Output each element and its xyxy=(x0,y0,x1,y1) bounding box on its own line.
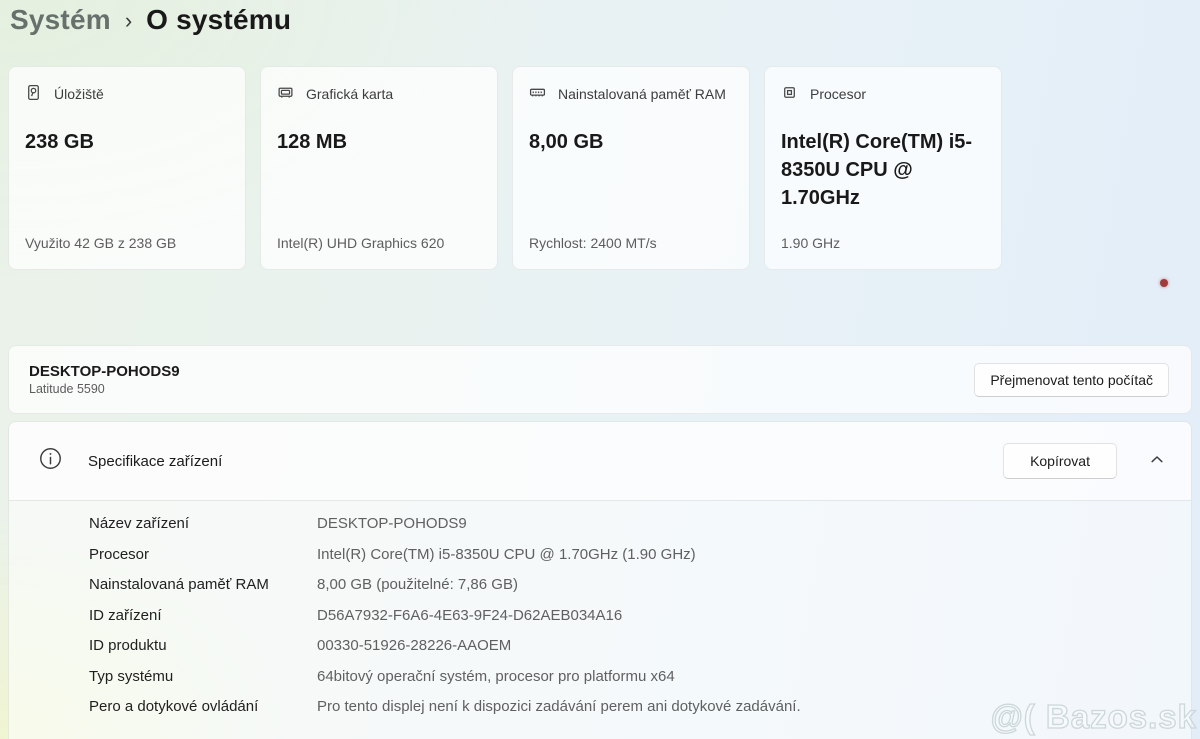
card-cpu[interactable]: Procesor Intel(R) Core(TM) i5-8350U CPU … xyxy=(764,66,1002,270)
spec-row-device-id: ID zařízení D56A7932-F6A6-4E63-9F24-D62A… xyxy=(9,607,1191,638)
card-gpu[interactable]: Grafická karta 128 MB Intel(R) UHD Graph… xyxy=(260,66,498,270)
device-specs-card: Specifikace zařízení Kopírovat Název zař… xyxy=(8,421,1192,739)
device-specs-header[interactable]: Specifikace zařízení Kopírovat xyxy=(9,422,1191,501)
spec-row-product-id: ID produktu 00330-51926-28226-AAOEM xyxy=(9,637,1191,668)
card-storage[interactable]: Úložiště 238 GB Využito 42 GB z 238 GB xyxy=(8,66,246,270)
card-storage-value: 238 GB xyxy=(25,128,229,156)
cpu-icon xyxy=(781,84,798,106)
spec-value: 8,00 GB (použitelné: 7,86 GB) xyxy=(317,576,518,593)
chevron-up-icon[interactable] xyxy=(1145,448,1169,475)
chevron-right-icon: › xyxy=(125,6,132,34)
spec-row-system-type: Typ systému 64bitový operační systém, pr… xyxy=(9,668,1191,699)
card-ram[interactable]: Nainstalovaná paměť RAM 8,00 GB Rychlost… xyxy=(512,66,750,270)
spec-row-device-name: Název zařízení DESKTOP-POHODS9 xyxy=(9,515,1191,546)
copy-button[interactable]: Kopírovat xyxy=(1003,443,1117,479)
summary-cards: Úložiště 238 GB Využito 42 GB z 238 GB G… xyxy=(8,66,1002,270)
page-title: O systému xyxy=(146,4,291,36)
spec-label: Pero a dotykové ovládání xyxy=(89,698,317,715)
spec-value: 00330-51926-28226-AAOEM xyxy=(317,637,511,654)
spec-value: Pro tento displej není k dispozici zadáv… xyxy=(317,698,801,715)
spec-row-ram: Nainstalovaná paměť RAM 8,00 GB (použite… xyxy=(9,576,1191,607)
card-cpu-value: Intel(R) Core(TM) i5-8350U CPU @ 1.70GHz xyxy=(781,128,985,212)
card-ram-label: Nainstalovaná paměť RAM xyxy=(558,83,726,106)
ram-icon xyxy=(529,84,546,106)
device-name: DESKTOP-POHODS9 xyxy=(29,363,180,380)
spec-label: Typ systému xyxy=(89,668,317,685)
info-icon xyxy=(39,447,62,475)
card-gpu-caption: Intel(R) UHD Graphics 620 xyxy=(277,235,481,251)
spec-label: ID zařízení xyxy=(89,607,317,624)
card-storage-label: Úložiště xyxy=(54,83,104,106)
device-specs-body: Název zařízení DESKTOP-POHODS9 Procesor … xyxy=(9,501,1191,729)
card-cpu-caption: 1.90 GHz xyxy=(781,235,985,251)
card-gpu-value: 128 MB xyxy=(277,128,481,156)
spec-row-processor: Procesor Intel(R) Core(TM) i5-8350U CPU … xyxy=(9,546,1191,577)
card-ram-value: 8,00 GB xyxy=(529,128,733,156)
card-storage-caption: Využito 42 GB z 238 GB xyxy=(25,235,229,251)
breadcrumb: Systém › O systému xyxy=(10,4,291,36)
device-model: Latitude 5590 xyxy=(29,382,180,396)
spec-label: Procesor xyxy=(89,546,317,563)
spec-label: Nainstalovaná paměť RAM xyxy=(89,576,317,593)
spec-value: D56A7932-F6A6-4E63-9F24-D62AEB034A16 xyxy=(317,607,622,624)
rename-pc-button[interactable]: Přejmenovat tento počítač xyxy=(974,363,1169,397)
spec-value: 64bitový operační systém, procesor pro p… xyxy=(317,668,675,685)
settings-about-page: { "breadcrumb": { "parent": "Systém", "s… xyxy=(0,0,1200,739)
storage-icon xyxy=(25,84,42,106)
spec-row-pen-touch: Pero a dotykové ovládání Pro tento displ… xyxy=(9,698,1191,729)
card-gpu-label: Grafická karta xyxy=(306,83,393,106)
device-name-card: DESKTOP-POHODS9 Latitude 5590 Přejmenova… xyxy=(8,345,1192,414)
breadcrumb-system[interactable]: Systém xyxy=(10,4,111,36)
gpu-icon xyxy=(277,84,294,106)
spec-label: Název zařízení xyxy=(89,515,317,532)
spec-label: ID produktu xyxy=(89,637,317,654)
recording-dot xyxy=(1160,279,1168,287)
card-ram-caption: Rychlost: 2400 MT/s xyxy=(529,235,733,251)
spec-value: Intel(R) Core(TM) i5-8350U CPU @ 1.70GHz… xyxy=(317,546,696,563)
spec-value: DESKTOP-POHODS9 xyxy=(317,515,467,532)
device-specs-title: Specifikace zařízení xyxy=(88,453,222,470)
card-cpu-label: Procesor xyxy=(810,83,866,106)
